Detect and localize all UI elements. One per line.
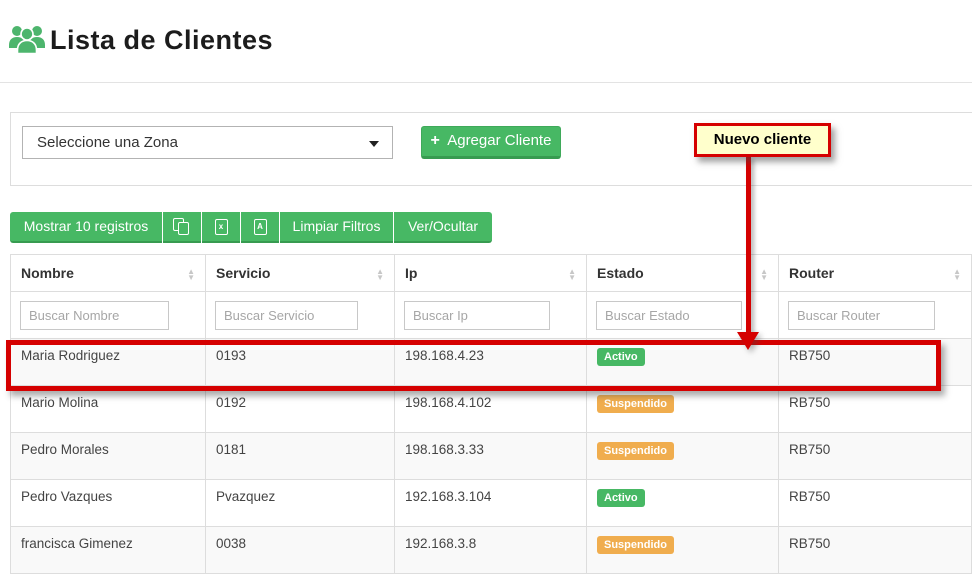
dropdown-caret-icon (369, 141, 379, 147)
cell-nombre: Maria Rodriguez (11, 339, 206, 386)
search-ip-input[interactable] (404, 301, 550, 330)
clients-page: Lista de Clientes Seleccione una Zona + … (0, 0, 972, 576)
cell-ip: 198.168.4.23 (395, 339, 587, 386)
column-header-router[interactable]: Router (779, 255, 972, 292)
add-client-button[interactable]: + Agregar Cliente (421, 126, 561, 159)
cell-servicio: 0192 (206, 386, 395, 433)
pdf-icon: A (254, 219, 267, 235)
page-title: Lista de Clientes (50, 25, 273, 56)
excel-export-button[interactable]: x (202, 212, 240, 243)
header-divider (0, 82, 972, 83)
search-router-input[interactable] (788, 301, 935, 330)
cell-ip: 198.168.4.102 (395, 386, 587, 433)
cell-servicio: 0193 (206, 339, 395, 386)
cell-estado: Suspendido (587, 433, 779, 480)
cell-nombre: Pedro Morales (11, 433, 206, 480)
table-row: francisca Gimenez 0038 192.168.3.8 Suspe… (11, 527, 972, 574)
cell-servicio: Pvazquez (206, 480, 395, 527)
callout-arrow-head-icon (737, 332, 759, 350)
sort-icon (760, 269, 768, 281)
copy-icon (173, 218, 191, 236)
status-badge: Activo (597, 348, 645, 366)
status-badge: Activo (597, 489, 645, 507)
table-row: Pedro Morales 0181 198.168.3.33 Suspendi… (11, 433, 972, 480)
status-badge: Suspendido (597, 536, 674, 554)
cell-router: RB750 (779, 527, 972, 574)
sort-icon (376, 269, 384, 281)
cell-nombre: Mario Molina (11, 386, 206, 433)
search-servicio-input[interactable] (215, 301, 358, 330)
cell-router: RB750 (779, 386, 972, 433)
cell-servicio: 0181 (206, 433, 395, 480)
sort-icon (953, 269, 961, 281)
status-badge: Suspendido (597, 395, 674, 413)
column-header-nombre[interactable]: Nombre (11, 255, 206, 292)
search-estado-input[interactable] (596, 301, 742, 330)
zone-select[interactable]: Seleccione una Zona (22, 126, 393, 159)
cell-router: RB750 (779, 339, 972, 386)
toggle-columns-button[interactable]: Ver/Ocultar (394, 212, 492, 243)
plus-icon: + (431, 132, 440, 149)
clear-filters-button[interactable]: Limpiar Filtros (280, 212, 393, 243)
users-group-icon (8, 22, 46, 54)
table-header-row: Nombre Servicio Ip Estado Router (11, 255, 972, 292)
new-client-callout: Nuevo cliente (694, 123, 831, 157)
cell-nombre: Pedro Vazques (11, 480, 206, 527)
callout-arrow-stem (746, 156, 751, 332)
table-row: Pedro Vazques Pvazquez 192.168.3.104 Act… (11, 480, 972, 527)
table-row: Mario Molina 0192 198.168.4.102 Suspendi… (11, 386, 972, 433)
cell-estado: Activo (587, 480, 779, 527)
column-header-ip[interactable]: Ip (395, 255, 587, 292)
add-client-label: Agregar Cliente (447, 132, 551, 149)
clients-table: Nombre Servicio Ip Estado Router Maria R… (10, 254, 972, 574)
copy-button[interactable] (163, 212, 201, 243)
column-header-servicio[interactable]: Servicio (206, 255, 395, 292)
pdf-export-button[interactable]: A (241, 212, 279, 243)
cell-router: RB750 (779, 480, 972, 527)
show-records-button[interactable]: Mostrar 10 registros (10, 212, 162, 243)
cell-servicio: 0038 (206, 527, 395, 574)
cell-nombre: francisca Gimenez (11, 527, 206, 574)
cell-estado: Suspendido (587, 386, 779, 433)
excel-icon: x (215, 219, 228, 235)
zone-select-value: Seleccione una Zona (37, 134, 178, 151)
table-filter-row (11, 292, 972, 339)
cell-ip: 192.168.3.104 (395, 480, 587, 527)
status-badge: Suspendido (597, 442, 674, 460)
table-row: Maria Rodriguez 0193 198.168.4.23 Activo… (11, 339, 972, 386)
table-toolbar: Mostrar 10 registros x A Limpiar Filtros… (10, 212, 492, 243)
sort-icon (187, 269, 195, 281)
cell-ip: 198.168.3.33 (395, 433, 587, 480)
cell-estado: Suspendido (587, 527, 779, 574)
sort-icon (568, 269, 576, 281)
cell-ip: 192.168.3.8 (395, 527, 587, 574)
search-nombre-input[interactable] (20, 301, 169, 330)
cell-router: RB750 (779, 433, 972, 480)
